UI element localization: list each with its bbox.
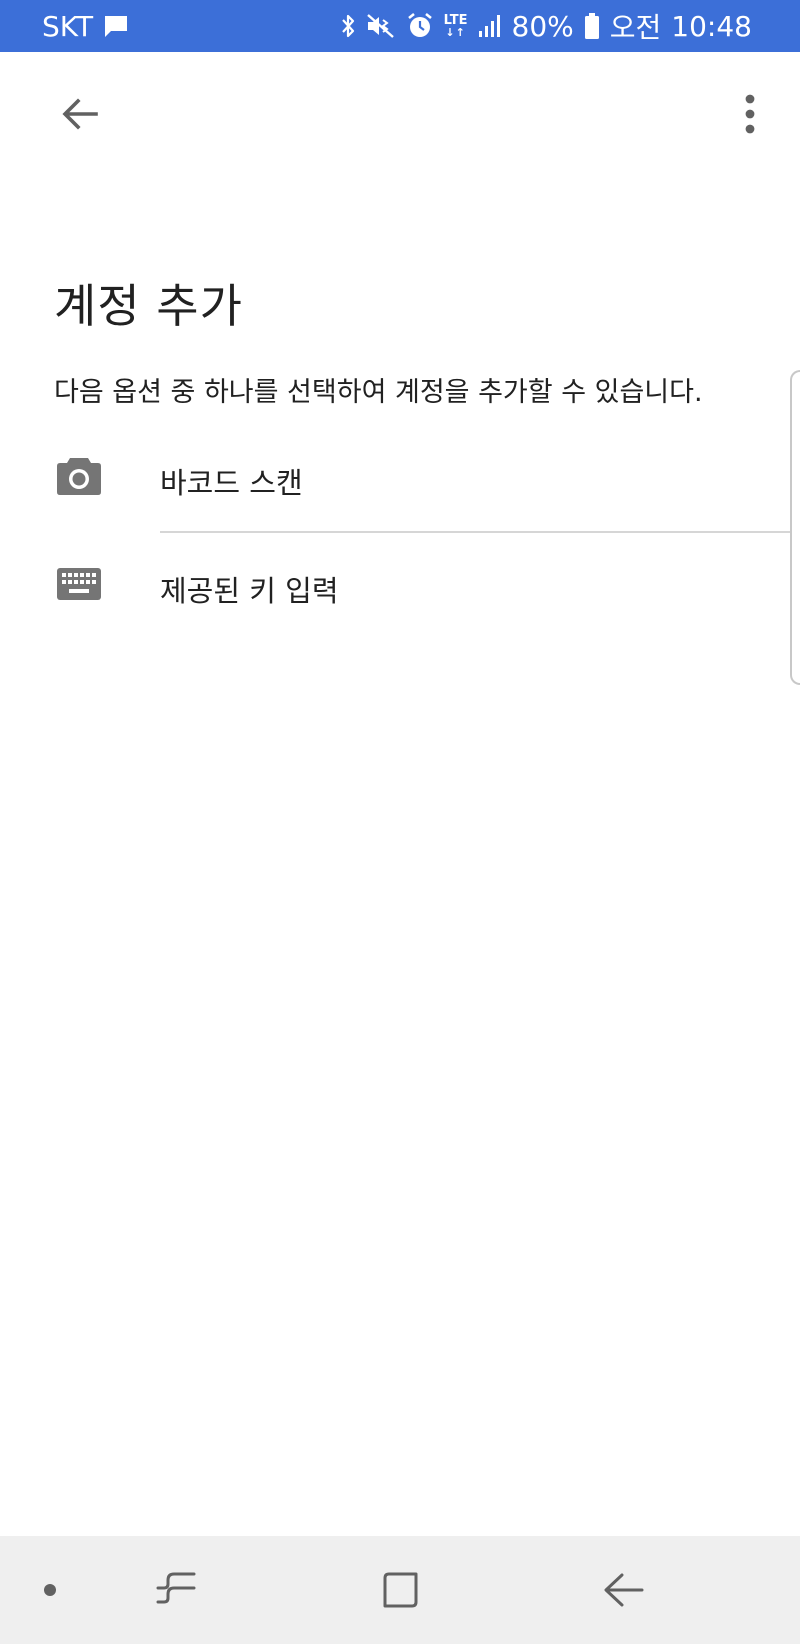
home-icon xyxy=(383,1572,418,1608)
camera-icon xyxy=(56,456,102,496)
recent-apps-button[interactable] xyxy=(146,1560,206,1620)
alarm-icon xyxy=(406,12,434,40)
page-subtitle: 다음 옵션 중 하나를 선택하여 계정을 추가할 수 있습니다. xyxy=(54,377,703,408)
home-button[interactable] xyxy=(370,1560,430,1620)
mute-icon xyxy=(366,13,396,39)
keyboard-icon xyxy=(56,564,102,604)
screen: SKT LTE ↓↑ 80% 오전 10:48 계정 추가 다음 옵션 중 하나… xyxy=(0,0,800,1644)
battery-percent: 80% xyxy=(511,9,574,43)
nav-dot-button[interactable] xyxy=(20,1560,80,1620)
ampm-label: 오전 xyxy=(609,11,662,44)
lte-icon: LTE ↓↑ xyxy=(443,13,468,39)
status-left: SKT xyxy=(42,0,129,52)
nav-back-icon xyxy=(604,1573,644,1607)
more-vert-icon xyxy=(745,94,755,134)
page-title: 계정 추가 xyxy=(54,279,243,333)
message-icon xyxy=(103,14,129,38)
nav-bar xyxy=(0,1536,800,1644)
status-bar: SKT LTE ↓↑ 80% 오전 10:48 xyxy=(0,0,800,52)
back-button[interactable] xyxy=(52,86,108,142)
signal-icon xyxy=(478,14,502,38)
option-enter-key[interactable]: 제공된 키 입력 xyxy=(0,532,790,640)
arrow-back-icon xyxy=(62,98,98,130)
more-options-button[interactable] xyxy=(728,86,772,142)
nav-back-button[interactable] xyxy=(594,1560,654,1620)
option-list: 바코드 스캔 제공된 키 입력 xyxy=(0,424,790,640)
recent-apps-icon xyxy=(156,1572,196,1604)
battery-icon xyxy=(584,12,600,40)
edge-panel-handle[interactable] xyxy=(790,370,800,685)
option-label: 바코드 스캔 xyxy=(160,466,303,500)
carrier-label: SKT xyxy=(42,9,94,43)
bluetooth-icon xyxy=(340,13,356,39)
app-bar xyxy=(0,52,800,178)
nav-dot-icon xyxy=(44,1584,56,1596)
option-label: 제공된 키 입력 xyxy=(160,574,339,608)
clock-label: 10:48 xyxy=(671,9,752,43)
status-right: LTE ↓↑ 80% 오전 10:48 xyxy=(340,0,752,52)
option-scan-barcode[interactable]: 바코드 스캔 xyxy=(0,424,790,533)
